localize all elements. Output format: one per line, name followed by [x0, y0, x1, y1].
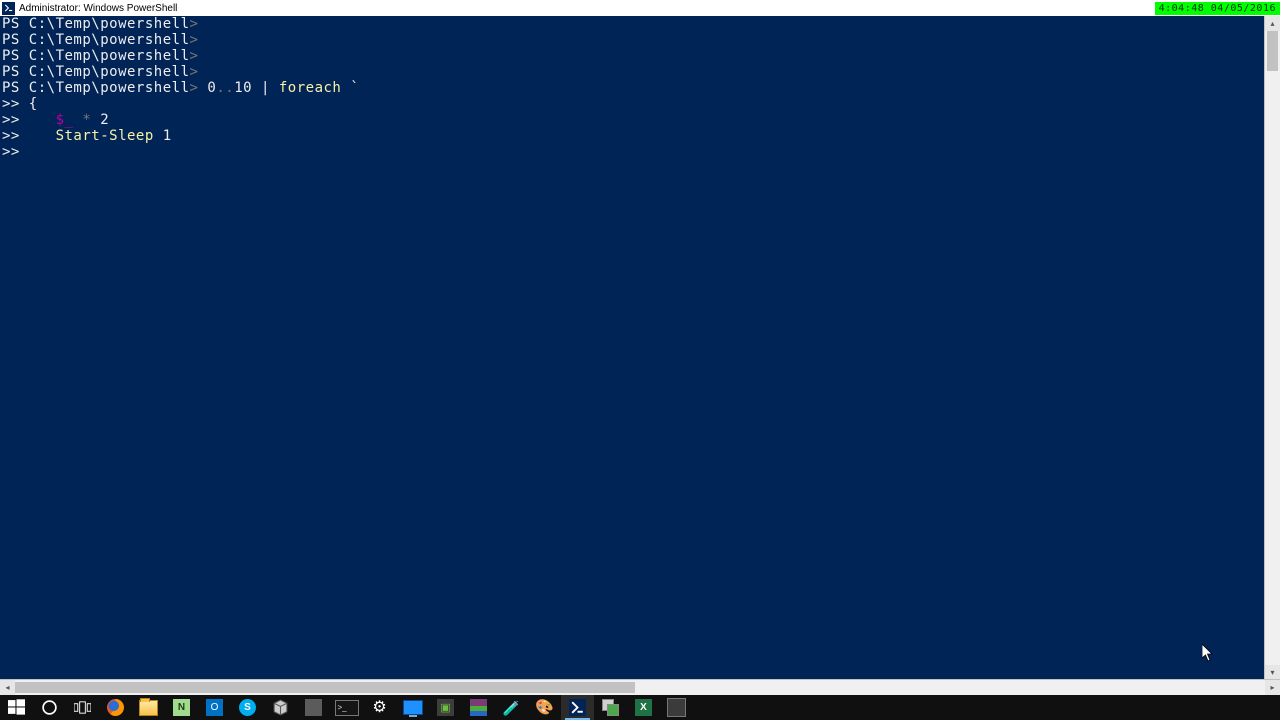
- remote-desktop-app[interactable]: [396, 695, 429, 720]
- vertical-scroll-thumb[interactable]: [1267, 31, 1278, 71]
- mremoteng-app[interactable]: ▣: [429, 695, 462, 720]
- paint-app[interactable]: 🎨: [528, 695, 561, 720]
- horizontal-scrollbar[interactable]: ◂ ▸: [0, 679, 1280, 695]
- file-explorer-app[interactable]: [132, 695, 165, 720]
- skype-app[interactable]: S: [231, 695, 264, 720]
- utility-app-1[interactable]: [297, 695, 330, 720]
- cmd-app[interactable]: >_: [330, 695, 363, 720]
- utility-app-2[interactable]: [594, 695, 627, 720]
- scroll-right-button[interactable]: ▸: [1265, 680, 1280, 695]
- notepadpp-app[interactable]: N: [165, 695, 198, 720]
- taskview-button[interactable]: [66, 695, 99, 720]
- scroll-up-button[interactable]: ▴: [1265, 16, 1280, 31]
- scroll-down-button[interactable]: ▾: [1265, 665, 1280, 680]
- taskbar: NOS >_⚙ ▣ 🧪🎨 X: [0, 695, 1280, 720]
- burp-app[interactable]: 🧪: [495, 695, 528, 720]
- outlook-app[interactable]: O: [198, 695, 231, 720]
- start-button[interactable]: [0, 695, 33, 720]
- unity-app[interactable]: [264, 695, 297, 720]
- terminal-output[interactable]: PS C:\Temp\powershell> PS C:\Temp\powers…: [0, 16, 1264, 680]
- horizontal-scroll-thumb[interactable]: [15, 682, 635, 693]
- vertical-scrollbar[interactable]: ▴ ▾: [1264, 16, 1280, 680]
- window-titlebar[interactable]: Administrator: Windows PowerShell 4:04:4…: [0, 0, 1280, 17]
- clock-overlay: 4:04:48 04/05/2016: [1155, 2, 1280, 15]
- firefox-app[interactable]: [99, 695, 132, 720]
- powershell-app[interactable]: [561, 695, 594, 720]
- cortana-button[interactable]: [33, 695, 66, 720]
- sublime-app[interactable]: [660, 695, 693, 720]
- winrar-app[interactable]: [462, 695, 495, 720]
- window-title: Administrator: Windows PowerShell: [19, 3, 1155, 14]
- powershell-icon: [2, 2, 15, 15]
- excel-app[interactable]: X: [627, 695, 660, 720]
- scroll-left-button[interactable]: ◂: [0, 680, 15, 695]
- settings-app[interactable]: ⚙: [363, 695, 396, 720]
